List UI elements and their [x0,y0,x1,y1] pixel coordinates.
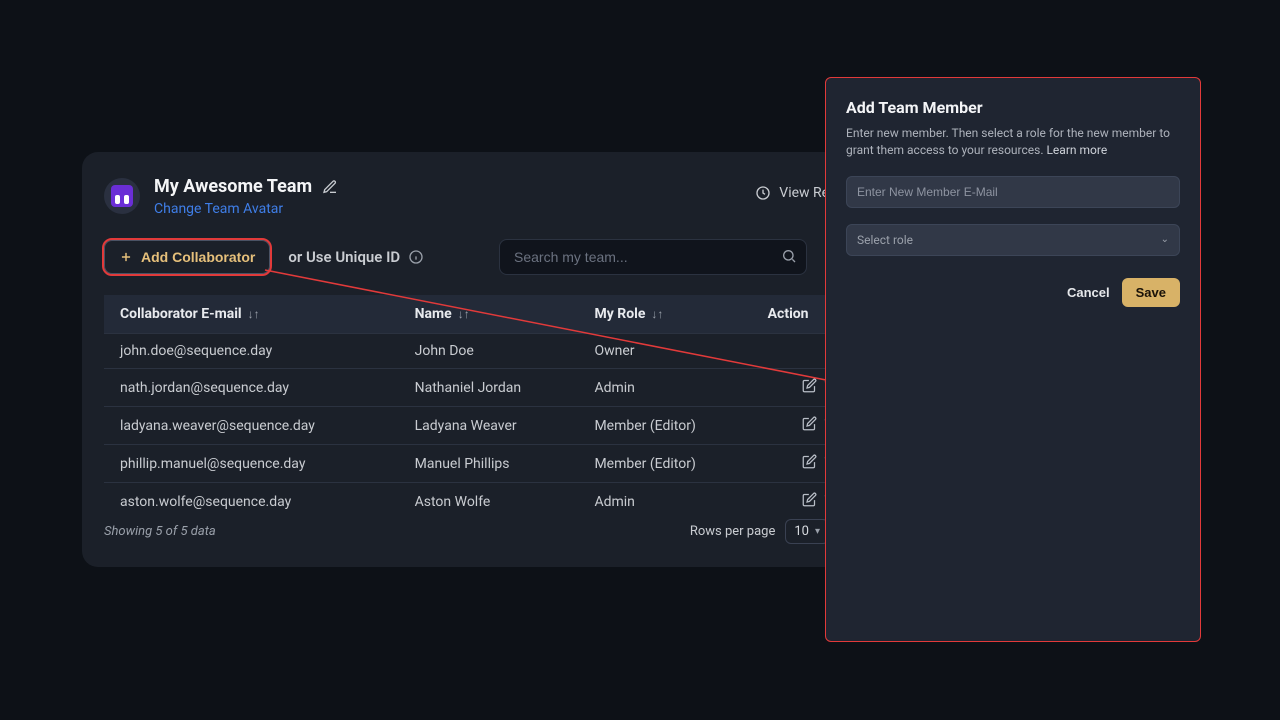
sort-icon: ↓↑ [651,307,663,321]
col-name[interactable]: Name↓↑ [399,295,579,334]
edit-icon[interactable] [802,492,817,507]
cell-role: Member (Editor) [578,445,751,483]
sort-icon: ↓↑ [458,307,470,321]
save-button[interactable]: Save [1122,278,1180,307]
add-member-dialog: Add Team Member Enter new member. Then s… [825,77,1201,642]
search-input[interactable] [499,239,807,275]
clock-icon [755,185,771,201]
table-row: phillip.manuel@sequence.dayManuel Philli… [104,445,875,483]
collaborators-table: Collaborator E-mail↓↑ Name↓↑ My Role↓↑ A… [104,295,875,520]
learn-more-link[interactable]: Learn more [1046,143,1107,157]
table-footer: Showing 5 of 5 data Rows per page 10 ▾ [104,517,875,545]
change-avatar-link[interactable]: Change Team Avatar [154,201,338,217]
cell-email: john.doe@sequence.day [104,334,399,369]
role-select[interactable]: Select role ⌄ [846,224,1180,256]
rows-per-page-value: 10 [794,524,809,539]
app-root: My Awesome Team Change Team Avatar View … [0,0,1280,720]
edit-icon[interactable] [802,454,817,469]
cell-role: Member (Editor) [578,407,751,445]
cell-role: Admin [578,369,751,407]
page-title: My Awesome Team [154,176,312,197]
add-collaborator-label: Add Collaborator [141,249,255,265]
table-header-row: Collaborator E-mail↓↑ Name↓↑ My Role↓↑ A… [104,295,875,334]
cell-email: phillip.manuel@sequence.day [104,445,399,483]
cell-role: Admin [578,483,751,521]
chevron-down-icon: ▾ [815,526,820,537]
dialog-actions: Cancel Save [846,278,1180,307]
showing-text: Showing 5 of 5 data [104,524,216,539]
cell-name: Ladyana Weaver [399,407,579,445]
toolbar: Add Collaborator or Use Unique ID [104,239,875,275]
unique-id-label: or Use Unique ID [288,248,400,266]
cell-name: Aston Wolfe [399,483,579,521]
info-icon[interactable] [408,249,424,265]
rows-per-page-select[interactable]: 10 ▾ [785,519,829,544]
dialog-title: Add Team Member [846,98,1180,117]
table-row: aston.wolfe@sequence.dayAston WolfeAdmin [104,483,875,521]
search-wrap [499,239,807,275]
role-select-placeholder: Select role [857,233,913,247]
table-row: john.doe@sequence.dayJohn DoeOwner [104,334,875,369]
add-collaborator-button[interactable]: Add Collaborator [104,240,270,274]
rows-per-page-label: Rows per page [690,524,776,539]
col-email[interactable]: Collaborator E-mail↓↑ [104,295,399,334]
search-icon [781,248,797,264]
sort-icon: ↓↑ [248,307,260,321]
col-role[interactable]: My Role↓↑ [578,295,751,334]
avatar [104,178,140,214]
dialog-desc: Enter new member. Then select a role for… [846,125,1180,160]
add-collab-highlight: Add Collaborator [104,240,270,274]
member-email-input[interactable] [846,176,1180,208]
edit-icon[interactable] [802,416,817,431]
table-row: nath.jordan@sequence.dayNathaniel Jordan… [104,369,875,407]
cell-role: Owner [578,334,751,369]
table-row: ladyana.weaver@sequence.dayLadyana Weave… [104,407,875,445]
plus-icon [119,250,133,264]
edit-title-icon[interactable] [322,179,338,195]
edit-icon[interactable] [802,378,817,393]
cell-name: John Doe [399,334,579,369]
unique-id-hint: or Use Unique ID [288,248,424,266]
team-card: My Awesome Team Change Team Avatar View … [82,152,897,567]
cancel-button[interactable]: Cancel [1067,285,1110,300]
cell-email: aston.wolfe@sequence.day [104,483,399,521]
cell-email: nath.jordan@sequence.day [104,369,399,407]
chevron-down-icon: ⌄ [1161,234,1169,245]
cell-email: ladyana.weaver@sequence.day [104,407,399,445]
cell-name: Nathaniel Jordan [399,369,579,407]
cell-name: Manuel Phillips [399,445,579,483]
